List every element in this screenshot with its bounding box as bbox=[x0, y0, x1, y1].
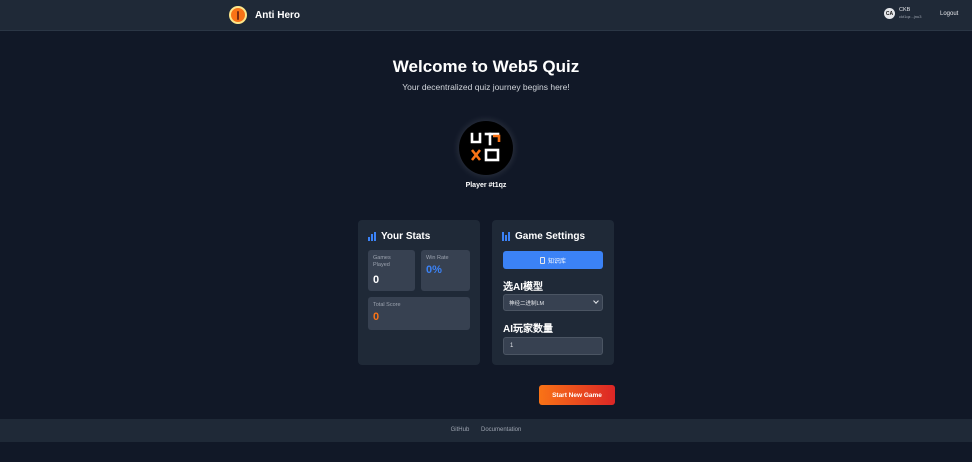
user-avatar: CA bbox=[884, 8, 895, 19]
total-score-value: 0 bbox=[373, 311, 380, 323]
github-link[interactable]: GitHub bbox=[451, 427, 470, 433]
start-new-game-button[interactable]: Start New Game bbox=[539, 385, 615, 405]
page-title: Welcome to Web5 Quiz bbox=[392, 57, 580, 76]
ai-player-count-value: 1 bbox=[510, 343, 514, 349]
user-account[interactable]: CA CKB ckt1qz...jnu3 bbox=[884, 8, 921, 19]
settings-card-title: Game Settings bbox=[502, 231, 585, 242]
knowledge-base-button[interactable]: 知识库 bbox=[503, 251, 603, 269]
user-name: CKB bbox=[899, 7, 911, 14]
ai-model-selected: 神经二进制LM bbox=[509, 300, 545, 307]
knowledge-base-label: 知识库 bbox=[547, 258, 566, 265]
document-icon bbox=[539, 256, 545, 264]
games-played-label: Games Played bbox=[373, 255, 391, 269]
ai-player-count-input[interactable]: 1 bbox=[503, 337, 603, 355]
documentation-link[interactable]: Documentation bbox=[481, 427, 521, 433]
stats-title: Your Stats bbox=[381, 231, 431, 242]
stats-card: Your Stats Games Played 0 Win Rate 0% To… bbox=[358, 220, 480, 365]
games-played-box: Games Played 0 bbox=[368, 250, 415, 291]
games-played-value: 0 bbox=[373, 274, 380, 286]
footer-links: GitHub Documentation bbox=[0, 427, 972, 433]
total-score-label: Total Score bbox=[373, 302, 401, 308]
top-navbar: Anti Hero CA CKB ckt1qz...jnu3 Logout bbox=[0, 0, 972, 31]
chevron-down-icon bbox=[593, 298, 599, 304]
win-rate-label: Win Rate bbox=[426, 255, 449, 261]
footer: GitHub Documentation bbox=[0, 419, 972, 442]
stats-card-title: Your Stats bbox=[368, 231, 430, 242]
total-score-box: Total Score 0 bbox=[368, 297, 470, 330]
bar-chart-icon bbox=[368, 232, 377, 241]
brand[interactable]: Anti Hero bbox=[229, 6, 300, 24]
brand-name: Anti Hero bbox=[255, 9, 300, 21]
brand-logo-icon bbox=[229, 6, 247, 24]
win-rate-value: 0% bbox=[426, 264, 442, 276]
player-name: Player #t1qz bbox=[465, 182, 507, 189]
utxo-logo-icon bbox=[470, 132, 501, 162]
user-address: ckt1qz...jnu3 bbox=[899, 13, 922, 19]
page-subtitle: Your decentralized quiz journey begins h… bbox=[402, 82, 570, 92]
win-rate-box: Win Rate 0% bbox=[421, 250, 470, 291]
ai-model-select[interactable]: 神经二进制LM bbox=[503, 294, 603, 311]
ai-model-label: 选AI模型 bbox=[503, 282, 543, 293]
player-avatar bbox=[459, 121, 513, 175]
logout-button[interactable]: Logout bbox=[940, 11, 958, 17]
settings-card: Game Settings 知识库 选AI模型 神经二进制LM AI玩家数量 1 bbox=[492, 220, 614, 365]
user-info: CKB ckt1qz...jnu3 bbox=[899, 8, 921, 19]
ai-player-count-label: AI玩家数量 bbox=[503, 324, 553, 335]
sliders-icon bbox=[502, 232, 511, 241]
settings-title: Game Settings bbox=[515, 231, 586, 242]
